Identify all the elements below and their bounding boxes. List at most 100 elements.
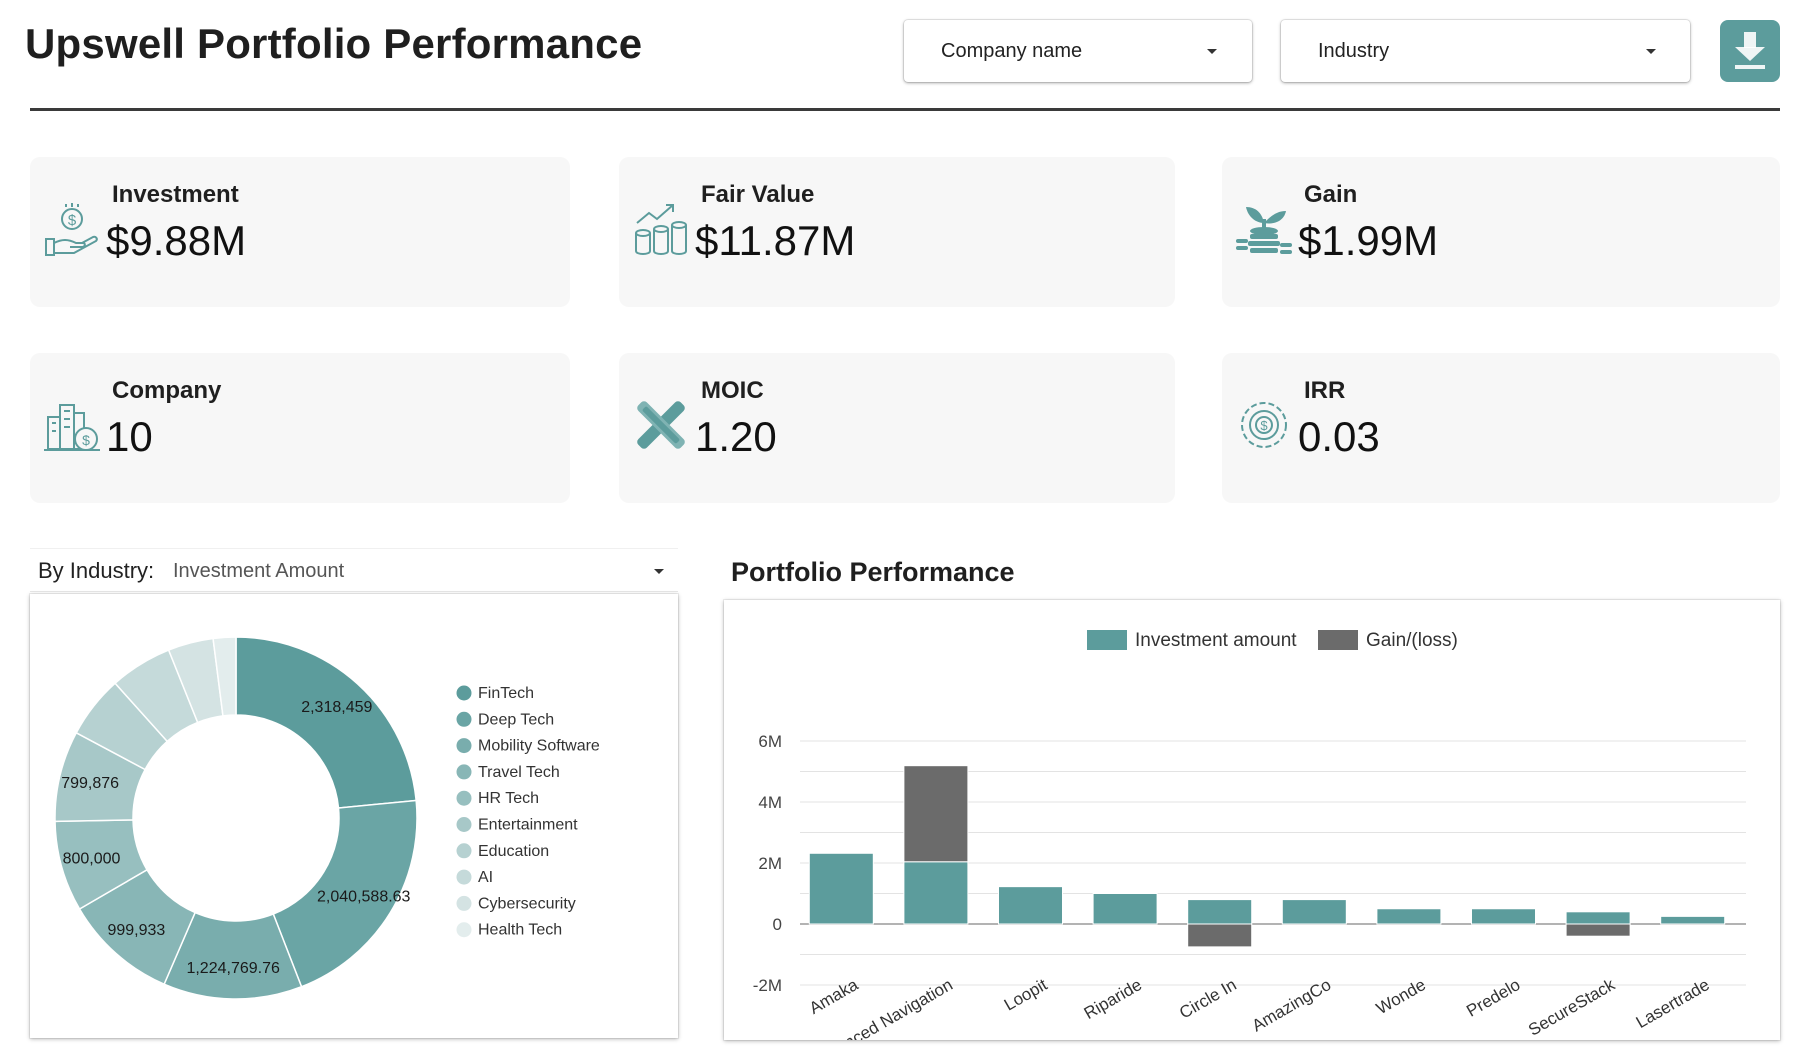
x-tick-label: SecureStack (1525, 975, 1618, 1040)
legend-label[interactable]: Education (478, 843, 549, 860)
industry-donut-chart: 2,318,459 2,040,588.63 1,224,769.76 999,933… (54, 636, 600, 1000)
svg-text:$: $ (82, 432, 90, 448)
svg-text:$: $ (68, 212, 77, 229)
legend-swatch (456, 790, 472, 806)
legend-label[interactable]: Gain/(loss) (1366, 630, 1458, 651)
pie-slice[interactable] (235, 636, 417, 809)
legend-label[interactable]: Deep Tech (478, 711, 554, 728)
legend-swatch (1087, 630, 1127, 650)
legend-label[interactable]: Investment amount (1135, 630, 1297, 651)
industry-filter-label: Industry (1318, 40, 1390, 62)
y-tick-label: 4M (758, 793, 782, 812)
kpi-gain: Gain $1.99M (1222, 157, 1780, 307)
bar-segment[interactable] (1092, 893, 1158, 925)
y-tick-label: 6M (758, 732, 782, 751)
kpi-value: 0.03 (1298, 413, 1380, 460)
kpi-company: $ Company 10 (30, 353, 570, 503)
chevron-down-icon (1207, 49, 1217, 54)
legend-label[interactable]: Cybersecurity (478, 895, 576, 912)
legend-label[interactable]: AI (478, 869, 493, 886)
bar-chart-card: 6M 4M 2M 0 -2M Investment amount Gain/(loss) Am… (724, 600, 1780, 1052)
chevron-down-icon (654, 569, 664, 574)
pie-chart-card: 2,318,459 2,040,588.63 1,224,769.76 999,933… (30, 594, 678, 1038)
pie-data-label: 999,933 (107, 922, 165, 939)
pie-data-label: 800,000 (63, 850, 121, 867)
chevron-down-icon (1646, 49, 1656, 54)
legend-swatch (456, 764, 472, 780)
x-tick-label: Lasertrade (1633, 975, 1713, 1032)
cross-tools-icon (633, 397, 689, 453)
bar-chart-title: Portfolio Performance (731, 557, 1015, 587)
kpi-label: Gain (1304, 181, 1358, 208)
kpi-value: 1.20 (695, 413, 777, 460)
kpi-label: MOIC (701, 377, 764, 404)
bar-segment[interactable] (1565, 911, 1631, 925)
svg-text:$: $ (1260, 418, 1268, 433)
bar-segment[interactable] (1471, 908, 1536, 925)
download-button[interactable] (1720, 20, 1780, 82)
x-tick-label: AmazingCo (1249, 975, 1335, 1035)
y-tick-label: -2M (753, 976, 782, 995)
legend-swatch (456, 711, 472, 727)
x-tick-label: Riparide (1081, 975, 1145, 1023)
y-tick-label: 2M (758, 854, 782, 873)
kpi-investment: $ Investment $9.88M (30, 157, 570, 307)
kpi-label: Company (112, 377, 222, 404)
bar-segment[interactable] (1187, 899, 1253, 925)
pie-metric-selector[interactable]: By Industry: Investment Amount (30, 548, 678, 592)
kpi-label: IRR (1304, 377, 1346, 404)
pie-data-label: 1,224,769.76 (186, 960, 280, 977)
portfolio-performance-chart: 6M 4M 2M 0 -2M Investment amount Gain/(loss) Am… (753, 630, 1746, 1052)
legend-label[interactable]: Entertainment (478, 817, 578, 834)
kpi-value: $9.88M (106, 217, 247, 264)
legend-swatch (456, 817, 472, 832)
pie-data-label: 799,876 (61, 775, 119, 792)
kpi-fair-value: Fair Value $11.87M (619, 157, 1175, 307)
kpi-moic: MOIC 1.20 (619, 353, 1175, 503)
bar-segment[interactable] (903, 861, 969, 925)
bar-segment[interactable] (808, 852, 874, 925)
kpi-label: Investment (112, 181, 239, 208)
pie-metric-label: Investment Amount (173, 560, 345, 582)
industry-filter[interactable]: Industry (1281, 20, 1690, 82)
sprout-coins-icon (1236, 201, 1292, 257)
x-tick-label: Wonde (1373, 975, 1429, 1018)
kpi-value: $11.87M (695, 217, 856, 264)
kpi-value: $1.99M (1298, 217, 1439, 264)
bar-segment[interactable] (1376, 908, 1442, 925)
bar-segment[interactable] (1281, 899, 1347, 925)
y-tick-label: 0 (773, 915, 782, 934)
legend-label[interactable]: Travel Tech (478, 764, 560, 781)
legend-label[interactable]: Mobility Software (478, 738, 600, 755)
kpi-irr: $ IRR 0.03 (1222, 353, 1780, 503)
kpi-label: Fair Value (701, 181, 815, 208)
buildings-icon: $ (44, 397, 100, 453)
page-title: Upswell Portfolio Performance (25, 20, 643, 67)
bar-segment[interactable] (903, 765, 969, 863)
legend-swatch (456, 895, 472, 911)
legend-label[interactable]: FinTech (478, 685, 534, 702)
x-tick-label: Loopit (1001, 975, 1051, 1015)
dollar-cycle-icon: $ (1236, 397, 1292, 453)
legend-swatch (456, 685, 472, 701)
download-icon (1735, 32, 1765, 69)
company-name-filter[interactable]: Company name (904, 20, 1252, 82)
legend-label[interactable]: Health Tech (478, 922, 562, 939)
growth-coins-icon (633, 201, 689, 257)
legend-swatch (1318, 630, 1358, 650)
bar-segment[interactable] (1565, 923, 1631, 937)
legend-swatch (456, 869, 472, 885)
bar-segment[interactable] (1187, 923, 1253, 948)
bar-segment[interactable] (998, 886, 1063, 925)
legend-label[interactable]: HR Tech (478, 790, 539, 807)
title-divider (30, 108, 1780, 111)
pie-dimension-label: By Industry: (38, 558, 155, 583)
money-hand-icon: $ (44, 201, 100, 257)
kpi-value: 10 (106, 413, 153, 460)
legend-swatch (456, 922, 472, 938)
x-tick-label: Predelo (1463, 975, 1523, 1021)
legend-swatch (456, 843, 472, 859)
x-tick-label: Amaka (806, 975, 862, 1018)
pie-data-label: 2,318,459 (301, 699, 372, 716)
bar-segment[interactable] (1660, 915, 1726, 925)
